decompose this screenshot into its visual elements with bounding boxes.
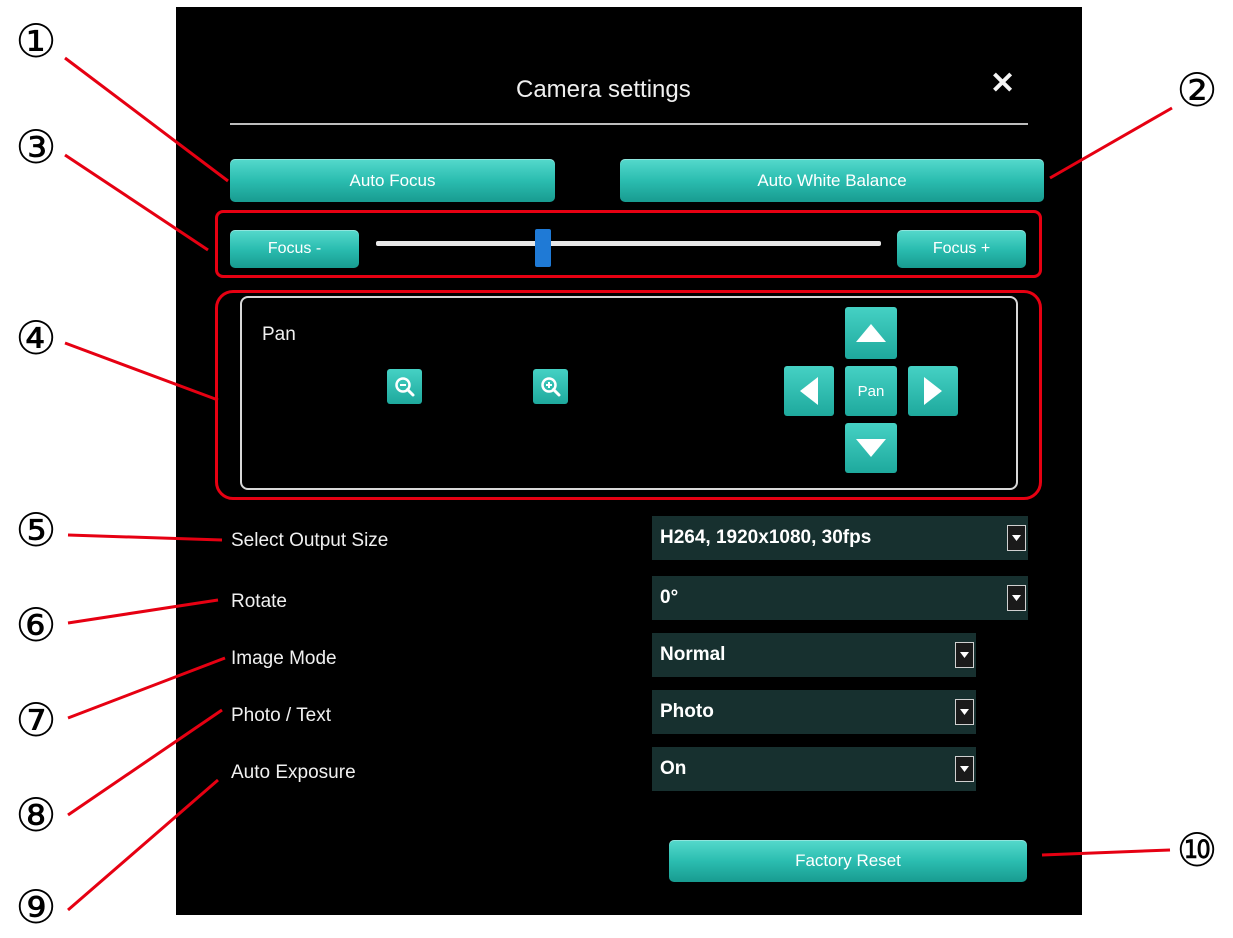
callout-7: ⑦	[15, 694, 57, 746]
callout-4: ④	[15, 312, 57, 364]
callout-10: ⑩	[1176, 824, 1218, 876]
callout-6: ⑥	[15, 599, 57, 651]
callout-8: ⑧	[15, 789, 57, 841]
callout-5: ⑤	[15, 504, 57, 556]
callout-2: ②	[1176, 64, 1218, 116]
callout-lines	[64, 56, 1173, 912]
callout-1: ①	[15, 15, 57, 67]
callout-9: ⑨	[15, 881, 57, 933]
callout-3: ③	[15, 121, 57, 173]
